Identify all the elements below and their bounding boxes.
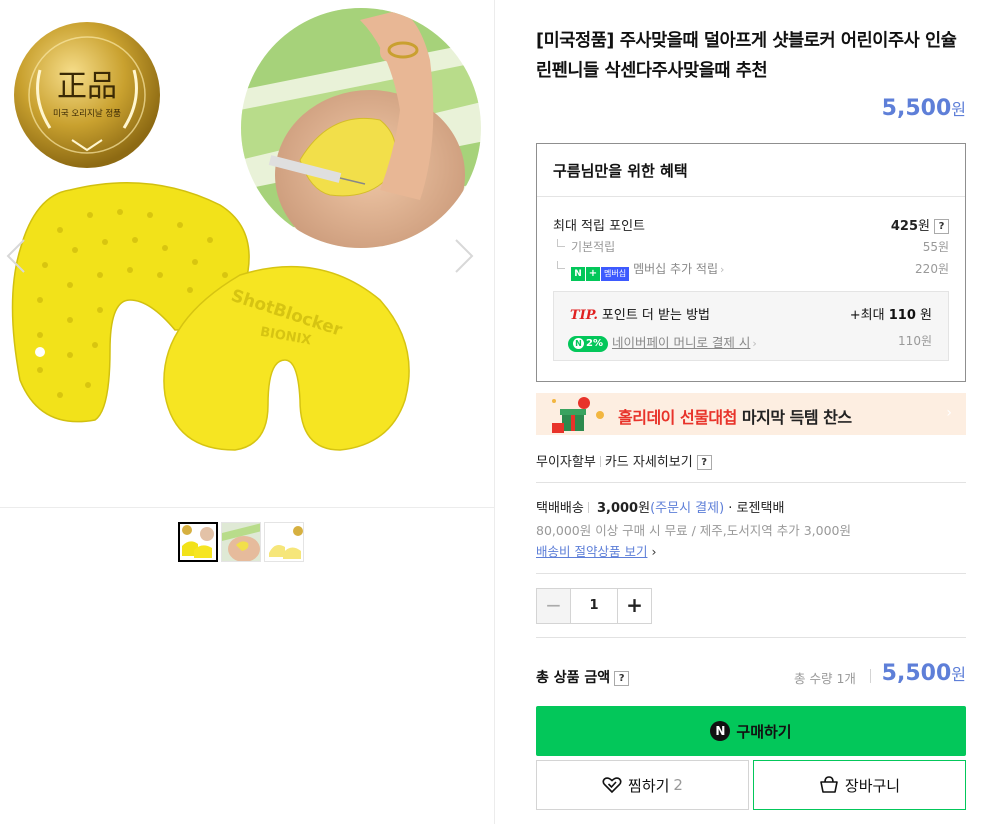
max-points-value: 425원? <box>891 215 949 234</box>
total-label: 총 상품 금액? <box>536 667 630 687</box>
benefit-heading: 구름님만을 위한 혜택 <box>537 144 965 197</box>
divider <box>536 482 966 483</box>
membership-points-link[interactable]: 멤버십 추가 적립 › <box>633 262 724 276</box>
total-price-value: 5,500 <box>881 661 952 686</box>
thumbnail-image <box>222 523 260 561</box>
naverpay-label: 네이버페이 머니로 결제 시 <box>611 335 751 350</box>
buy-label: 구매하기 <box>736 722 792 741</box>
prev-image-arrow-icon[interactable] <box>4 236 28 276</box>
quantity-stepper: − 1 + <box>536 588 652 624</box>
holiday-banner[interactable]: 홀리데이 선물대첩 마지막 득템 찬스 › <box>536 393 966 435</box>
shipping-carrier: · 로젠택배 <box>728 501 785 516</box>
product-main-image[interactable]: 正品 미국 오리지날 정품 ShotBlocker BIONIX <box>0 0 495 508</box>
total-help-icon[interactable]: ? <box>614 671 630 686</box>
membership-points-label: 멤버십 추가 적립 <box>633 262 719 276</box>
banner-highlight: 홀리데이 선물대첩 <box>618 408 737 427</box>
shipping-saving-link[interactable]: 배송비 절약상품 보기 › <box>536 541 656 560</box>
price-currency: 원 <box>951 100 966 119</box>
max-points-unit: 원 <box>918 219 930 234</box>
no-interest-label: 무이자할부 <box>536 455 596 470</box>
banner-text: 홀리데이 선물대첩 마지막 득템 찬스 <box>618 404 852 428</box>
shopping-basket-icon <box>820 776 838 793</box>
tip-bonus-value: 110 <box>888 308 916 323</box>
thumbnail-image <box>180 524 216 560</box>
divider <box>587 502 589 513</box>
cart-label: 장바구니 <box>844 776 901 795</box>
product-price: 5,500원 <box>882 96 966 121</box>
divider <box>536 637 966 638</box>
shipping-fee-unit: 원 <box>638 501 651 516</box>
thumbnail-3[interactable] <box>264 522 304 562</box>
naverpay-percent: 2% <box>586 338 603 349</box>
quantity-plus-button[interactable]: + <box>617 589 651 623</box>
chevron-right-icon: › <box>946 405 952 421</box>
chevron-right-icon: › <box>752 337 757 350</box>
thumbnail-image <box>265 523 303 561</box>
product-photo: 正品 미국 오리지날 정품 ShotBlocker BIONIX <box>11 8 481 451</box>
basic-points-value: 55원 <box>922 240 949 254</box>
total-price: 5,500원 <box>882 661 966 686</box>
card-details-link[interactable]: 카드 자세히보기 <box>605 455 693 470</box>
divider <box>870 669 871 683</box>
banner-rest: 마지막 득템 찬스 <box>736 408 852 427</box>
tree-branch-icon <box>557 261 565 269</box>
max-points-amount: 425 <box>890 219 919 234</box>
naver-n-icon: N <box>710 721 731 741</box>
naverpay-link[interactable]: N 2% 네이버페이 머니로 결제 시 › <box>568 332 757 352</box>
tip-bonus: +최대 110 원 <box>850 304 932 323</box>
tip-label: 포인트 더 받는 방법 <box>601 308 710 323</box>
benefit-box: 구름님만을 위한 혜택 최대 적립 포인트 425원? 기본적립 55원 N + 멤… <box>536 143 966 382</box>
shipping-saving-label: 배송비 절약상품 보기 <box>536 544 648 559</box>
tree-branch-icon <box>557 239 565 247</box>
thumbnail-1[interactable] <box>178 522 218 562</box>
total-label-text: 총 상품 금액 <box>536 670 611 686</box>
naverpay-percent-badge: N 2% <box>568 336 608 352</box>
quantity-minus-button[interactable]: − <box>537 589 571 623</box>
next-image-arrow-icon[interactable] <box>452 236 476 276</box>
shipping-method: 택배배송 <box>536 501 584 516</box>
chevron-right-icon: › <box>651 544 657 559</box>
max-points-label: 최대 적립 포인트 <box>553 219 645 234</box>
installment-row: 무이자할부 카드 자세히보기? <box>536 451 712 470</box>
price-value: 5,500 <box>881 96 952 121</box>
cart-button[interactable]: 장바구니 <box>753 760 966 810</box>
buy-button[interactable]: N 구매하기 <box>536 706 966 756</box>
membership-points-value: 220원 <box>915 262 949 276</box>
tip-bonus-unit: 원 <box>920 308 932 323</box>
shipping-fee: 3,000 <box>596 501 639 516</box>
shipping-info: 택배배송 3,000원(주문시 결제) · 로젠택배 <box>536 497 784 516</box>
naver-n-icon: N <box>573 338 584 349</box>
total-price-currency: 원 <box>951 665 966 684</box>
basic-points-label: 기본적립 <box>571 240 616 254</box>
tip-bonus-prefix: +최대 <box>849 308 885 323</box>
tip-box: TIP. 포인트 더 받는 방법 +최대 110 원 N 2% 네이버페이 머니로 결… <box>553 291 949 361</box>
naver-plus-membership-icon: N + 멤버십 <box>571 267 630 281</box>
points-help-icon[interactable]: ? <box>934 219 949 234</box>
divider <box>536 573 966 574</box>
thumbnail-2[interactable] <box>221 522 261 562</box>
chevron-right-icon: › <box>720 263 725 276</box>
total-quantity: 총 수량 1개 <box>794 671 856 686</box>
injection-photo <box>241 8 481 248</box>
shipping-fee-note: (주문시 결제) <box>650 501 725 516</box>
quantity-input[interactable]: 1 <box>571 589 617 623</box>
free-shipping-condition: 80,000원 이상 구매 시 무료 / 제주,도서지역 추가 3,000원 <box>536 523 851 538</box>
authentic-badge: 正品 미국 오리지날 정품 <box>14 22 160 168</box>
tip-tag: TIP. <box>570 308 598 323</box>
wishlist-count: 2 <box>673 776 683 794</box>
naverpay-value: 110원 <box>898 334 932 348</box>
product-gallery: 正品 미국 오리지날 정품 ShotBlocker BIONIX <box>0 0 495 824</box>
badge-text-small: 미국 오리지날 정품 <box>53 108 121 119</box>
installment-help-icon[interactable]: ? <box>696 455 712 470</box>
thumbnail-list <box>178 522 304 562</box>
heart-check-icon <box>602 777 622 794</box>
badge-text-big: 正品 <box>57 69 117 104</box>
wishlist-label: 찜하기 <box>628 776 670 795</box>
gift-character-icon <box>552 397 604 433</box>
divider <box>599 456 601 467</box>
product-title: [미국정품] 주사맞을때 덜아프게 샷블로커 어린이주사 인슐린펜니들 삭센다주… <box>536 31 957 81</box>
wishlist-button[interactable]: 찜하기 2 <box>536 760 749 810</box>
membership-badge-text: 멤버십 <box>601 267 630 281</box>
